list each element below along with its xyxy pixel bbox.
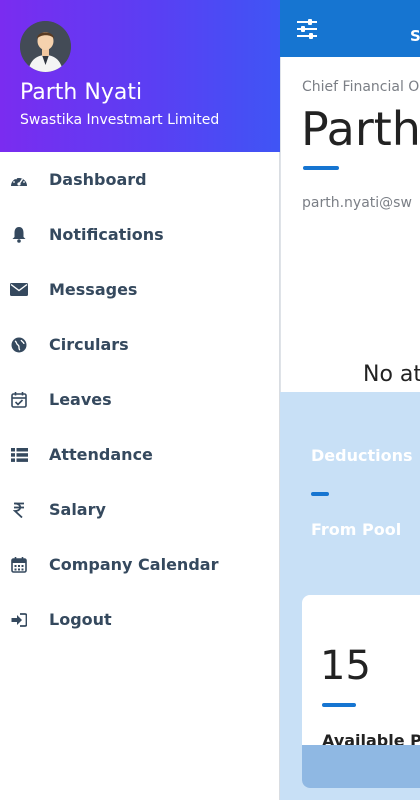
globe-icon <box>10 336 28 354</box>
leave-count-underline <box>322 703 356 707</box>
menu-item-circulars[interactable]: Circulars <box>0 317 280 372</box>
profile-card: Chief Financial O Parth parth.nyati@sw N… <box>280 57 420 392</box>
from-pool-label: From Pool <box>311 520 402 539</box>
leave-card-footer <box>302 745 420 788</box>
avatar[interactable] <box>20 21 71 72</box>
menu-label-circulars: Circulars <box>49 335 129 354</box>
email-text: parth.nyati@sw <box>302 195 412 211</box>
menu-label-leaves: Leaves <box>49 390 112 409</box>
app-bar-title: S <box>410 27 420 45</box>
profile-name: Parth <box>301 102 420 156</box>
menu-item-attendance[interactable]: Attendance <box>0 427 280 482</box>
drawer-menu: Dashboard Notifications Messages Circula… <box>0 152 280 647</box>
menu-label-dashboard: Dashboard <box>49 170 147 189</box>
name-underline <box>303 166 339 170</box>
menu-item-company-calendar[interactable]: Company Calendar <box>0 537 280 592</box>
menu-item-dashboard[interactable]: Dashboard <box>0 152 280 207</box>
rupee-icon <box>10 501 28 519</box>
logout-icon <box>10 611 28 629</box>
available-leaves-card[interactable]: 15 Available P <box>302 595 420 788</box>
bell-icon <box>10 226 28 244</box>
envelope-icon <box>10 281 28 299</box>
menu-item-salary[interactable]: Salary <box>0 482 280 537</box>
menu-label-company-calendar: Company Calendar <box>49 555 219 574</box>
dashboard-icon <box>10 171 28 189</box>
drawer-header: Parth Nyati Swastika Investmart Limited <box>0 0 280 152</box>
calendar-check-icon <box>10 391 28 409</box>
attendance-message: No at <box>363 362 420 387</box>
list-icon <box>10 446 28 464</box>
menu-label-attendance: Attendance <box>49 445 153 464</box>
designation-text: Chief Financial O <box>302 79 420 95</box>
menu-label-notifications: Notifications <box>49 225 164 244</box>
navigation-drawer: Parth Nyati Swastika Investmart Limited … <box>0 0 280 800</box>
menu-item-logout[interactable]: Logout <box>0 592 280 647</box>
calendar-icon <box>10 556 28 574</box>
menu-label-logout: Logout <box>49 610 112 629</box>
menu-item-messages[interactable]: Messages <box>0 262 280 317</box>
menu-label-salary: Salary <box>49 500 106 519</box>
deductions-underline <box>311 492 329 496</box>
menu-item-notifications[interactable]: Notifications <box>0 207 280 262</box>
drawer-user-name: Parth Nyati <box>20 80 143 105</box>
drawer-company-name: Swastika Investmart Limited <box>20 112 220 128</box>
deductions-title: Deductions <box>311 446 413 465</box>
menu-item-leaves[interactable]: Leaves <box>0 372 280 427</box>
menu-label-messages: Messages <box>49 280 138 299</box>
leave-count: 15 <box>320 643 371 689</box>
filter-sliders-icon[interactable] <box>296 18 318 40</box>
